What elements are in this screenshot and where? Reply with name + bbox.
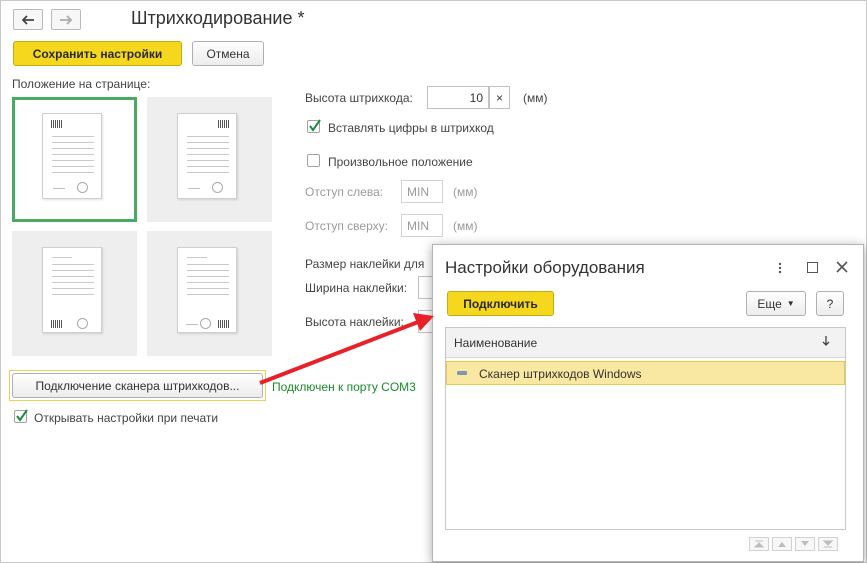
annotation-arrow: [259, 313, 434, 385]
